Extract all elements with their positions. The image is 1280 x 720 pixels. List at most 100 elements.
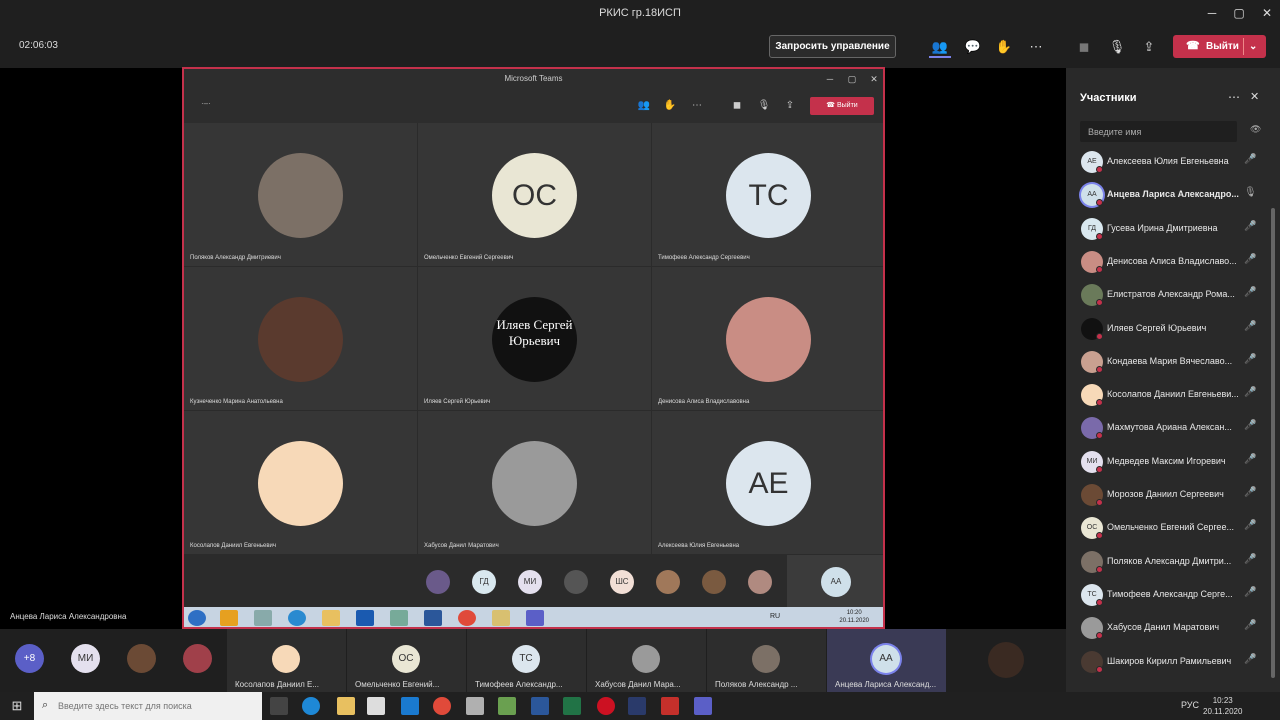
microphone-muted-icon[interactable]: 🎤 [1244, 654, 1256, 665]
teams-icon[interactable] [694, 697, 712, 715]
camera-off-icon[interactable]: ◼ [1073, 36, 1095, 58]
microphone-muted-icon[interactable]: 🎤 [1244, 454, 1256, 465]
leave-button[interactable]: ☎ Выйти ⌄ [1173, 35, 1266, 58]
task-view-icon[interactable] [270, 697, 288, 715]
participant-avatar [726, 297, 811, 382]
store-icon[interactable] [367, 697, 385, 715]
participant-list-item[interactable]: АА Анцева Лариса Александро... 🎙 [1066, 179, 1280, 212]
overflow-participants-badge[interactable]: +8 [15, 644, 44, 673]
panel-scrollbar[interactable] [1271, 208, 1275, 678]
opera-icon[interactable] [597, 697, 615, 715]
participant-tile[interactable]: АА Анцева Лариса Александ... [827, 629, 946, 692]
participant-tile[interactable]: ОС Омельченко Евгений... [347, 629, 466, 692]
edge-icon[interactable] [302, 697, 320, 715]
participant-avatar[interactable] [127, 644, 156, 673]
participant-avatar: ШС [610, 570, 634, 594]
microphone-muted-icon[interactable]: 🎤 [1244, 221, 1256, 232]
windows-start-icon[interactable]: ⊞ [0, 692, 34, 720]
microphone-icon[interactable]: 🎙 [1106, 36, 1128, 58]
request-control-button[interactable]: Запросить управление [769, 35, 896, 58]
excel-icon[interactable] [563, 697, 581, 715]
microphone-muted-icon[interactable]: 🎤 [1244, 287, 1256, 298]
microphone-muted-icon[interactable]: 🎤 [1244, 487, 1256, 498]
participant-tile[interactable]: Косолапов Даниил Е... [227, 629, 346, 692]
photoshop-icon[interactable] [628, 697, 646, 715]
close-icon[interactable]: ✕ [1250, 0, 1280, 26]
shared-window-title: Microsoft Teams [504, 74, 563, 83]
participant-list-item[interactable]: Махмутова Ариана Алексан... 🎤 [1066, 412, 1280, 445]
participant-list-item[interactable]: Шакиров Кирилл Рамильевич 🎤 [1066, 646, 1280, 679]
participant-avatar[interactable] [183, 644, 212, 673]
microphone-muted-icon[interactable]: 🎤 [1244, 420, 1256, 431]
app-icon[interactable] [466, 697, 484, 715]
mail-icon[interactable] [401, 697, 419, 715]
clock-time: 10:23 [1212, 696, 1233, 705]
participant-list-item[interactable]: Иляев Сергей Юрьевич 🎤 [1066, 313, 1280, 346]
participant-avatar [632, 645, 660, 673]
participants-icon[interactable]: 👥 [929, 36, 951, 58]
microphone-muted-icon[interactable]: 🎤 [1244, 387, 1256, 398]
status-badge [1096, 432, 1103, 440]
taskbar-search-input[interactable] [58, 692, 258, 720]
participant-list-item[interactable]: ГД Гусева Ирина Дмитриевна 🎤 [1066, 213, 1280, 246]
share-screen-icon[interactable]: ⇪ [1138, 36, 1160, 58]
chevron-down-icon[interactable]: ⌄ [1249, 35, 1257, 58]
more-options-icon[interactable]: ⋯ [1228, 90, 1240, 104]
participant-tile[interactable]: ТС Тимофеев Александр... [467, 629, 586, 692]
participant-search-input[interactable] [1080, 121, 1237, 142]
participant-tile[interactable]: Хабусов Данил Мара... [587, 629, 706, 692]
calculator-icon [254, 610, 272, 626]
participants-icon: 👥 [637, 100, 651, 111]
language-indicator[interactable]: РУС [1181, 700, 1199, 710]
participant-list-item[interactable]: Косолапов Даниил Евгеньеви... 🎤 [1066, 379, 1280, 412]
microphone-muted-icon[interactable]: 🎤 [1244, 554, 1256, 565]
chrome-icon[interactable] [433, 697, 451, 715]
microphone-muted-icon[interactable]: 🎤 [1244, 520, 1256, 531]
participant-list-item[interactable]: Поляков Александр Дмитри... 🎤 [1066, 546, 1280, 579]
view-icon[interactable]: 👁 [1250, 124, 1261, 135]
participant-avatar [564, 570, 588, 594]
microphone-muted-icon[interactable]: 🎤 [1244, 321, 1256, 332]
status-badge [1096, 166, 1103, 173]
status-badge [1096, 332, 1103, 340]
participant-name: Косолапов Даниил Е... [235, 680, 319, 689]
microphone-muted-icon[interactable]: 🎤 [1244, 154, 1256, 165]
video-tile: АЕ Алексеева Юлия Евгеньевна [652, 411, 883, 554]
taskbar-search[interactable]: ⌕ [34, 692, 262, 720]
panel-title: Участники [1080, 92, 1137, 104]
participant-list-item[interactable]: Кондаева Мария Вячеславо... 🎤 [1066, 346, 1280, 379]
participant-name: Поляков Александр Дмитриевич [190, 255, 281, 261]
meeting-toolbar: 02:06:03 Запросить управление 👥 💬 ✋ ⋯ ◼ … [0, 26, 1280, 68]
clock-date: 20.11.2020 [1203, 707, 1243, 716]
participant-list-item[interactable]: Елистратов Александр Рома... 🎤 [1066, 279, 1280, 312]
raise-hand-icon[interactable]: ✋ [993, 36, 1015, 58]
app-icon[interactable] [498, 697, 516, 715]
microphone-icon[interactable]: 🎙 [1244, 187, 1257, 198]
participant-list-item[interactable]: Хабусов Данил Маратович 🎤 [1066, 612, 1280, 645]
file-explorer-icon[interactable] [337, 697, 355, 715]
microphone-muted-icon[interactable]: 🎤 [1244, 587, 1256, 598]
camera-icon: ◼ [732, 100, 742, 111]
system-clock[interactable]: 10:23 20.11.2020 [1203, 695, 1242, 717]
participant-name: Денисова Алиса Владиславо... [1107, 255, 1237, 266]
participant-avatar[interactable]: МИ [71, 644, 100, 673]
participant-list-item[interactable]: ТС Тимофеев Александр Серге... 🎤 [1066, 579, 1280, 612]
participant-avatar[interactable] [988, 642, 1024, 678]
app-icon [390, 610, 408, 626]
close-icon[interactable]: ✕ [1250, 90, 1259, 103]
microphone-muted-icon[interactable]: 🎤 [1244, 254, 1256, 265]
filezilla-icon[interactable] [661, 697, 679, 715]
chat-icon[interactable]: 💬 [962, 36, 984, 58]
participant-tile[interactable]: Поляков Александр ... [707, 629, 826, 692]
microphone-muted-icon[interactable]: 🎤 [1244, 620, 1256, 631]
participant-search[interactable] [1080, 121, 1237, 142]
participant-list-item[interactable]: Денисова Алиса Владиславо... 🎤 [1066, 246, 1280, 279]
participant-list-item[interactable]: АЕ Алексеева Юлия Евгеньевна 🎤 [1066, 146, 1280, 179]
more-options-icon[interactable]: ⋯ [1025, 36, 1047, 58]
participant-list-item[interactable]: Морозов Даниил Сергеевич 🎤 [1066, 479, 1280, 512]
participant-list-item[interactable]: МИ Медведев Максим Игоревич 🎤 [1066, 446, 1280, 479]
microphone-muted-icon[interactable]: 🎤 [1244, 354, 1256, 365]
participant-list-item[interactable]: ОС Омельченко Евгений Сергее... 🎤 [1066, 512, 1280, 545]
word-icon[interactable] [531, 697, 549, 715]
media-player-icon [220, 610, 238, 626]
